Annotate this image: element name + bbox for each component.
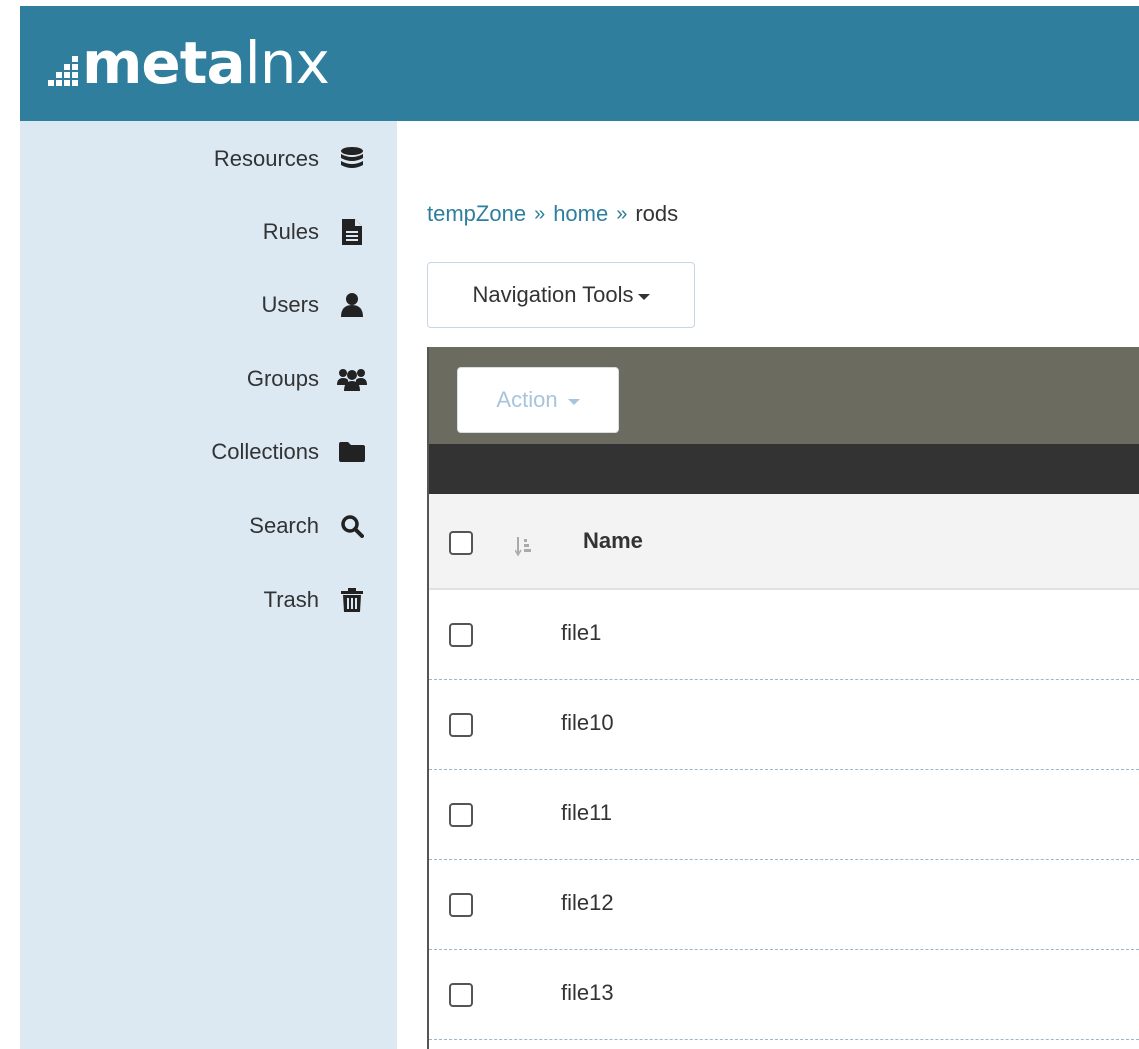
row-name[interactable]: file1 (561, 620, 601, 646)
users-group-icon (337, 364, 367, 394)
caret-down-icon (567, 399, 580, 405)
table-row[interactable]: file10 (429, 680, 1139, 770)
breadcrumb-item-home[interactable]: home (553, 201, 608, 227)
sidebar-item-label: Resources (213, 146, 319, 171)
collection-table: Action Name file1 file10 file11 file12 f… (427, 347, 1139, 1049)
user-icon (337, 290, 367, 320)
logo-text: metalnx (82, 29, 330, 97)
table-header: Name (429, 494, 1139, 590)
row-name[interactable]: file13 (561, 980, 614, 1006)
row-checkbox[interactable] (449, 983, 473, 1007)
sidebar-item-label: Users (261, 292, 319, 317)
logo-mark-icon (48, 56, 78, 86)
database-icon (337, 144, 367, 174)
sidebar-item-label: Groups (246, 366, 319, 391)
search-icon (337, 511, 367, 541)
table-row[interactable]: file12 (429, 860, 1139, 950)
app-header: metalnx (20, 6, 1139, 121)
action-label: Action (496, 387, 558, 412)
sidebar-item-label: Rules (262, 219, 319, 244)
sidebar: Resources Rules Users Groups Collections… (20, 121, 397, 1049)
row-checkbox[interactable] (449, 803, 473, 827)
column-header-name[interactable]: Name (583, 528, 643, 554)
row-checkbox[interactable] (449, 893, 473, 917)
sidebar-item-label: Trash (263, 587, 319, 612)
breadcrumb-separator: » (616, 202, 628, 225)
metalnx-logo[interactable]: metalnx (48, 28, 330, 98)
sidebar-item-search[interactable]: Search (249, 506, 367, 546)
breadcrumb-separator: » (534, 202, 546, 225)
sidebar-item-users[interactable]: Users (262, 285, 367, 325)
breadcrumb-item-current: rods (635, 201, 679, 226)
sidebar-item-trash[interactable]: Trash (264, 580, 367, 620)
sidebar-item-label: Search (249, 513, 319, 538)
row-name[interactable]: file11 (561, 800, 612, 826)
sidebar-item-groups[interactable]: Groups (247, 359, 367, 399)
breadcrumb: tempZone » home » rods (427, 201, 678, 227)
row-name[interactable]: file12 (561, 890, 614, 916)
breadcrumb-item-tempzone[interactable]: tempZone (427, 201, 526, 227)
row-checkbox[interactable] (449, 713, 473, 737)
sort-icon[interactable] (514, 535, 531, 561)
sidebar-item-collections[interactable]: Collections (211, 432, 367, 472)
row-checkbox[interactable] (449, 623, 473, 647)
main-content: tempZone » home » rods Navigation Tools … (397, 121, 1139, 1049)
table-row[interactable]: file1 (429, 590, 1139, 680)
trash-icon (337, 585, 367, 615)
folder-icon (337, 437, 367, 467)
caret-down-icon (637, 294, 650, 300)
table-row[interactable]: file11 (429, 770, 1139, 860)
table-toolbar: Action (429, 347, 1139, 444)
file-text-icon (337, 217, 367, 247)
row-name[interactable]: file10 (561, 710, 614, 736)
navigation-tools-dropdown[interactable]: Navigation Tools (427, 262, 695, 328)
table-subheader-bar (429, 444, 1139, 494)
action-dropdown-button[interactable]: Action (457, 367, 619, 433)
navigation-tools-label: Navigation Tools (472, 282, 634, 307)
sidebar-item-label: Collections (211, 439, 319, 464)
sidebar-item-resources[interactable]: Resources (214, 139, 367, 179)
sidebar-item-rules[interactable]: Rules (263, 212, 367, 252)
select-all-checkbox[interactable] (449, 531, 473, 555)
table-row[interactable]: file13 (429, 950, 1139, 1040)
